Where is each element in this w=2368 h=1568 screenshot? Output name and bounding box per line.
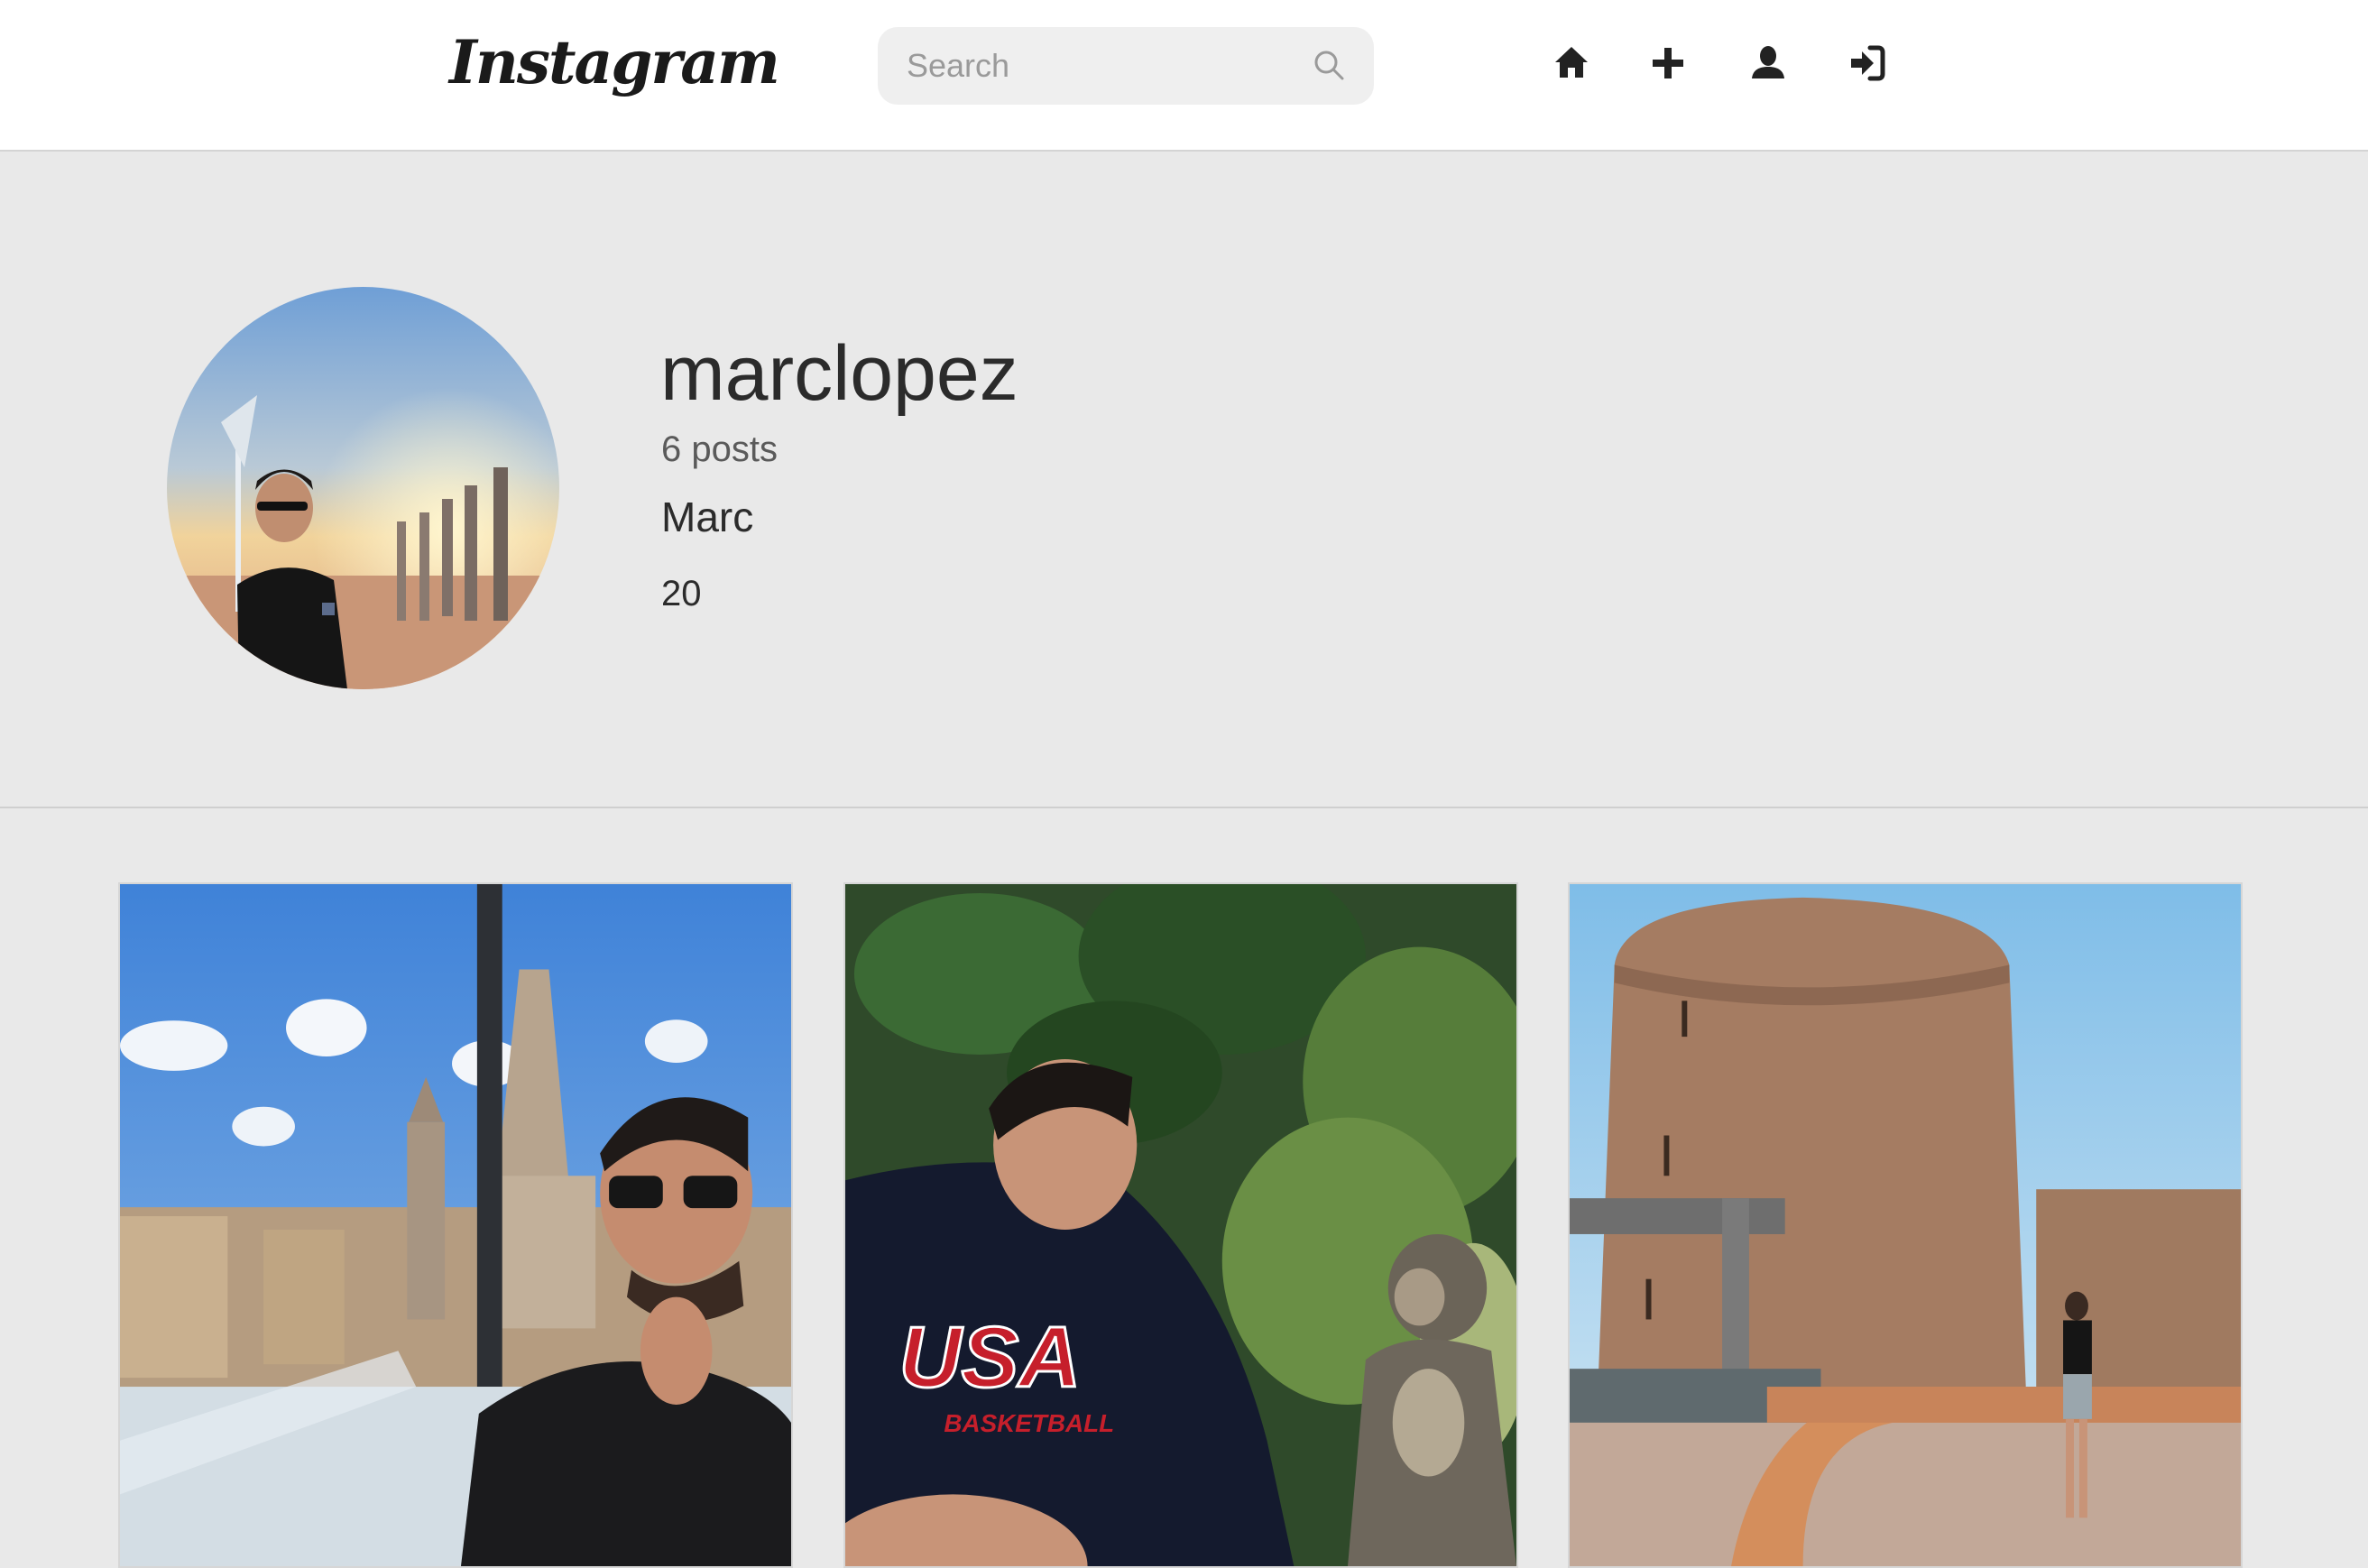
- svg-text:USA: USA: [899, 1310, 1082, 1406]
- user-icon: [1752, 46, 1784, 78]
- home-button[interactable]: [1544, 36, 1599, 90]
- post-thumbnail[interactable]: [1568, 882, 2243, 1568]
- plus-icon: [1653, 48, 1683, 78]
- profile-posts-count: 6 posts: [661, 429, 778, 469]
- top-navigation-bar: Instagram: [0, 0, 2368, 152]
- post-photo: USA BASKETBALL: [845, 884, 1516, 1566]
- post-thumbnail[interactable]: [118, 882, 793, 1568]
- avatar-photo: [167, 287, 559, 689]
- instagram-logo[interactable]: Instagram: [449, 27, 780, 97]
- profile-button[interactable]: [1741, 36, 1795, 90]
- search-input[interactable]: [878, 27, 1374, 105]
- profile-full-name: Marc: [661, 493, 754, 540]
- new-post-button[interactable]: [1641, 36, 1695, 90]
- login-button[interactable]: [1840, 36, 1894, 90]
- search-icon: [1314, 51, 1344, 80]
- search-box: [878, 27, 1374, 105]
- post-photo: [1570, 884, 2241, 1566]
- svg-text:BASKETBALL: BASKETBALL: [944, 1409, 1114, 1437]
- profile-username: marclopez: [660, 330, 1018, 417]
- profile-avatar[interactable]: [167, 287, 559, 689]
- profile-bio: 20: [661, 574, 702, 613]
- login-icon: [1851, 45, 1885, 81]
- profile-header: marclopez 6 posts Marc 20: [0, 153, 2368, 808]
- posts-grid: USA BASKETBALL: [0, 882, 2368, 1568]
- post-thumbnail[interactable]: USA BASKETBALL: [843, 882, 1518, 1568]
- post-photo: [120, 884, 791, 1566]
- home-icon: [1555, 47, 1588, 78]
